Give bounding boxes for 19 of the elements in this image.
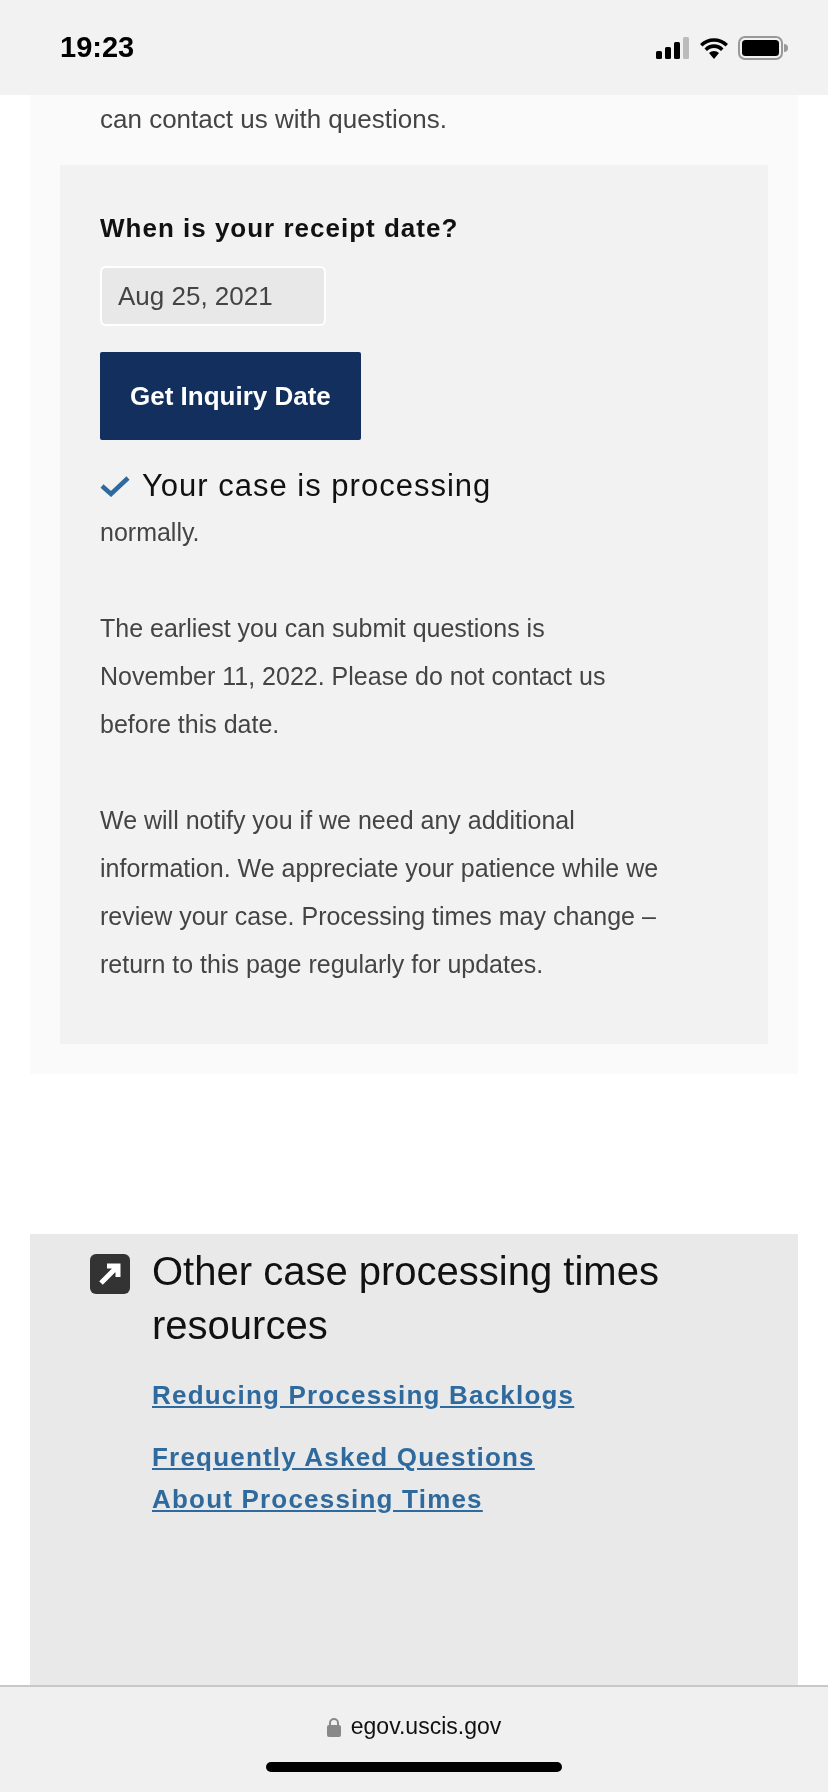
status-text: normally. bbox=[100, 517, 201, 548]
url-text[interactable]: egov.uscis.gov bbox=[350, 1713, 502, 1740]
battery-icon bbox=[738, 35, 788, 60]
resource-link[interactable]: Reducing Processing Backlogs bbox=[152, 1374, 622, 1416]
info-paragraph: The earliest you can submit questions is November 11, 2022. Please do not contact us before this date. bbox=[100, 613, 607, 740]
resources-heading: Other case processing times resources bbox=[152, 1248, 660, 1349]
clock-time: 19:23 bbox=[60, 31, 135, 64]
info-paragraph: We will notify you if we need any additional information. We appreciate your patience while we review your case. Processing times may change – return to this page regularly for updates. bbox=[100, 805, 660, 980]
check-icon bbox=[100, 475, 130, 497]
signal-icon bbox=[656, 36, 690, 59]
intro-text: can contact us with questions. bbox=[100, 103, 448, 136]
lock-icon bbox=[326, 1716, 341, 1737]
resource-link[interactable]: Frequently Asked Questions About Processing Times bbox=[152, 1436, 622, 1520]
status-heading: Your case is processing bbox=[142, 468, 492, 504]
wifi-icon bbox=[699, 36, 729, 59]
external-link-icon bbox=[90, 1254, 130, 1294]
date-field[interactable]: Aug 25, 2021 bbox=[100, 266, 326, 326]
get-inquiry-date-button[interactable]: Get Inquiry Date bbox=[100, 352, 361, 440]
question-heading: When is your receipt date? bbox=[100, 213, 459, 244]
